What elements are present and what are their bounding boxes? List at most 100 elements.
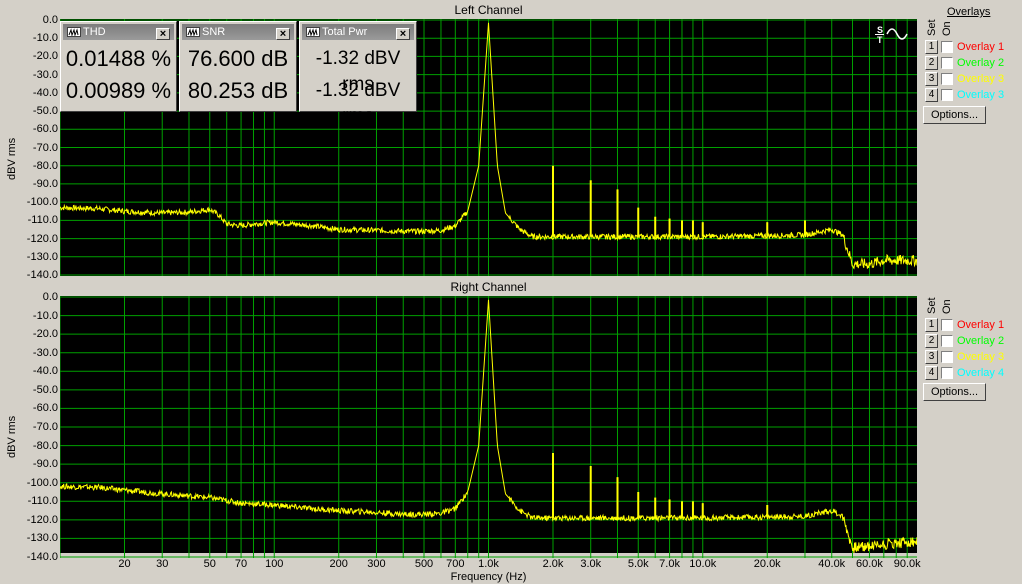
- overlay-label: Overlay 4: [957, 367, 1005, 379]
- x-tick-label: 300: [367, 558, 386, 570]
- left-y-axis-title: dBV rms: [6, 137, 18, 180]
- y-tick-label: -40.0: [32, 365, 58, 378]
- right-y-axis-title: dBV rms: [6, 415, 18, 458]
- y-tick-label: -100.0: [26, 476, 58, 489]
- x-tick-label: 40.0k: [818, 558, 846, 570]
- x-tick-label: 60.0k: [856, 558, 883, 570]
- y-tick-label: -50.0: [32, 105, 58, 118]
- y-tick-label: 0.0: [42, 14, 58, 26]
- overlay-on-checkbox[interactable]: [941, 351, 953, 363]
- power-right-value: -1.32 dBV rms: [315, 80, 401, 127]
- overlay-set-button[interactable]: 3: [925, 350, 938, 364]
- snr-meter-header[interactable]: SNR ×: [182, 24, 294, 40]
- overlay-list-top: 1 Overlay 1 2 Overlay 2 3 Overlay 3 4 Overlay 3: [922, 40, 1022, 104]
- y-tick-label: -50.0: [32, 383, 58, 396]
- y-tick-label: 0.0: [42, 291, 58, 303]
- y-tick-label: -90.0: [32, 458, 58, 471]
- x-tick-label: 700: [446, 558, 465, 570]
- x-tick-label: 100: [265, 558, 284, 570]
- y-tick-label: -140.0: [26, 551, 58, 563]
- x-tick-label: 2.0k: [542, 558, 564, 570]
- overlay-set-label: Set: [926, 297, 938, 314]
- total-power-meter-header[interactable]: Total Pwr ×: [302, 24, 414, 40]
- svg-text:S: S: [877, 25, 883, 35]
- overlay-label: Overlay 3: [957, 89, 1005, 101]
- overlay-label: Overlay 3: [957, 73, 1005, 85]
- overlay-set-button[interactable]: 2: [925, 334, 938, 348]
- right-channel-title: Right Channel: [450, 280, 527, 294]
- meter-icon: [186, 27, 200, 37]
- y-tick-label: -20.0: [32, 50, 58, 63]
- overlay-set-button[interactable]: 4: [925, 88, 938, 102]
- y-tick-label: -120.0: [26, 513, 58, 526]
- y-tick-label: -10.0: [32, 309, 58, 322]
- y-tick-label: -120.0: [26, 232, 58, 245]
- x-tick-label: 50: [203, 558, 216, 570]
- y-tick-label: -60.0: [32, 123, 58, 136]
- svg-text:T: T: [877, 35, 883, 44]
- left-channel-title: Left Channel: [454, 3, 523, 17]
- overlay-set-button[interactable]: 3: [925, 72, 938, 86]
- meter-icon: [306, 27, 320, 37]
- x-tick-label: 10.0k: [689, 558, 717, 570]
- right-channel-graph: [60, 296, 917, 558]
- overlay-on-checkbox[interactable]: [941, 41, 953, 53]
- y-tick-label: -30.0: [32, 68, 58, 81]
- overlay-label: Overlay 3: [957, 351, 1005, 363]
- x-tick-label: 90.0k: [893, 558, 921, 570]
- total-power-meter[interactable]: Total Pwr × -1.32 dBV rms -1.32 dBV rms: [299, 21, 417, 127]
- snr-meter[interactable]: SNR × 76.600 dB 80.253 dB: [179, 21, 297, 112]
- overlay-set-button[interactable]: 2: [925, 56, 938, 70]
- total-power-meter-title: Total Pwr: [322, 26, 368, 38]
- right-channel-plot[interactable]: [60, 296, 917, 558]
- overlays-header: Overlays: [947, 6, 991, 18]
- overlay-on-checkbox[interactable]: [941, 57, 953, 69]
- thd-meter-header[interactable]: THD ×: [63, 24, 174, 40]
- x-tick-label: 7.0k: [659, 558, 680, 570]
- x-tick-label: 200: [329, 558, 348, 570]
- x-tick-label: 1.0k: [478, 558, 499, 570]
- x-tick-label: 70: [234, 558, 248, 570]
- y-tick-label: -130.0: [26, 532, 58, 545]
- x-axis-title: Frequency (Hz): [450, 571, 527, 583]
- overlay-on-label: On: [941, 299, 953, 314]
- waveform-mode-icon[interactable]: S T: [875, 24, 915, 45]
- overlay-set-label: Set: [926, 19, 938, 36]
- y-tick-label: -110.0: [27, 495, 58, 508]
- x-tick-label: 3.0k: [580, 558, 602, 570]
- meter-icon: [67, 27, 81, 37]
- thd-meter[interactable]: THD × 0.01488 % 0.00989 %: [60, 21, 177, 112]
- overlay-list-bottom: 1 Overlay 1 2 Overlay 2 3 Overlay 3 4 Overlay 4: [922, 318, 1022, 382]
- overlay-on-checkbox[interactable]: [941, 73, 953, 85]
- overlay-on-checkbox[interactable]: [941, 335, 953, 347]
- thd-meter-title: THD: [83, 26, 106, 38]
- overlay-label: Overlay 2: [957, 335, 1005, 347]
- x-tick-label: 20: [118, 558, 131, 570]
- close-icon[interactable]: ×: [276, 28, 290, 40]
- y-tick-label: -140.0: [26, 269, 58, 281]
- overlay-set-button[interactable]: 1: [925, 40, 938, 54]
- overlay-on-checkbox[interactable]: [941, 319, 953, 331]
- options-button-bottom[interactable]: Options...: [923, 383, 986, 401]
- overlay-on-checkbox[interactable]: [941, 89, 953, 101]
- y-tick-label: -110.0: [27, 214, 58, 227]
- overlay-on-checkbox[interactable]: [941, 367, 953, 379]
- x-tick-label: 30: [156, 558, 169, 570]
- overlay-on-label: On: [941, 21, 953, 36]
- thd-left-value: 0.01488 %: [65, 46, 172, 71]
- y-tick-label: -20.0: [32, 328, 58, 341]
- snr-meter-title: SNR: [202, 26, 226, 38]
- y-tick-label: -10.0: [32, 32, 58, 45]
- close-icon[interactable]: ×: [396, 28, 410, 40]
- y-tick-label: -40.0: [32, 86, 58, 99]
- close-icon[interactable]: ×: [156, 28, 170, 40]
- y-tick-label: -60.0: [32, 402, 58, 415]
- y-tick-label: -30.0: [32, 346, 58, 359]
- x-tick-label: 500: [414, 558, 434, 570]
- overlay-set-button[interactable]: 1: [925, 318, 938, 332]
- overlay-set-button[interactable]: 4: [925, 366, 938, 380]
- snr-right-value: 80.253 dB: [187, 78, 289, 103]
- options-button-top[interactable]: Options...: [923, 106, 986, 124]
- y-tick-label: -130.0: [26, 250, 58, 263]
- snr-left-value: 76.600 dB: [187, 46, 289, 71]
